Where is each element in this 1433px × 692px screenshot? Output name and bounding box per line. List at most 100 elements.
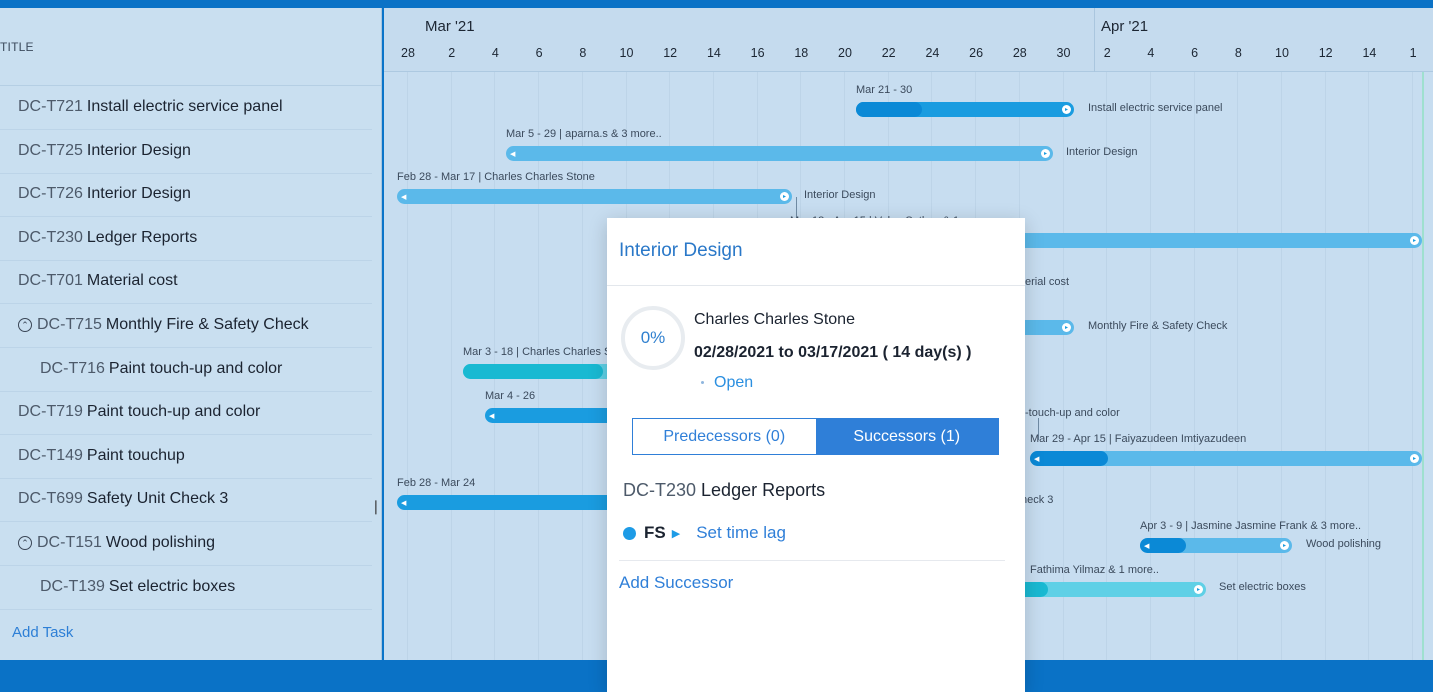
bar-end-handle-icon[interactable]: ▸ <box>1041 149 1050 158</box>
bar-task-label: Interior Design <box>1066 146 1138 158</box>
day-label: 28 <box>401 46 415 60</box>
grid-line <box>1281 72 1282 660</box>
task-row[interactable]: DC-T726 Interior Design <box>0 173 372 217</box>
day-label: 18 <box>794 46 809 60</box>
task-row[interactable]: DC-T230 Ledger Reports <box>0 217 372 261</box>
status-dot-icon <box>701 381 704 385</box>
month-label: Mar '21 <box>425 18 475 35</box>
timeline-header: Mar '21 Apr '21 28 2 4 6 8 10 12 14 16 18 20 22 24 26… <box>384 8 1433 72</box>
popup-title[interactable]: Interior Design <box>619 240 743 262</box>
task-id: DC-T151 <box>37 534 102 552</box>
task-bar[interactable]: ◀ ▸ <box>506 146 1053 161</box>
task-id: DC-T701 <box>18 272 83 290</box>
bar-task-label: erial cost <box>1025 276 1070 288</box>
task-row[interactable]: ⌃ DC-T151 Wood polishing <box>0 522 372 566</box>
bar-start-handle-icon[interactable]: ◀ <box>401 193 406 201</box>
day-label: 8 <box>1234 46 1242 60</box>
task-bar[interactable]: ◀ ▸ <box>397 189 792 204</box>
add-task-link[interactable]: Add Task <box>12 624 73 641</box>
task-bar[interactable]: ◀ ▸ <box>1140 538 1292 553</box>
task-row[interactable]: DC-T139 Set electric boxes <box>0 566 372 610</box>
task-list-panel: TITLE DC-T721 Install electric service p… <box>0 8 393 660</box>
task-id: DC-T149 <box>18 447 83 465</box>
collapse-icon[interactable]: ⌃ <box>18 536 32 551</box>
task-row[interactable]: DC-T149 Paint touchup <box>0 435 372 479</box>
bar-start-handle-icon[interactable]: ◀ <box>1144 542 1149 550</box>
task-name[interactable]: Ledger Reports <box>87 229 197 247</box>
task-row[interactable]: DC-T719 Paint touch-up and color <box>0 391 372 435</box>
task-detail-popup: Interior Design 0% Charles Charles Stone… <box>607 218 1025 692</box>
tab-successors[interactable]: Successors (1) <box>815 419 998 454</box>
day-label: 20 <box>838 46 852 60</box>
task-bar[interactable]: ▸ <box>856 102 1074 117</box>
bar-progress <box>463 364 603 379</box>
bar-start-handle-icon[interactable]: ◀ <box>489 412 494 420</box>
day-label: 10 <box>1275 46 1289 60</box>
task-name[interactable]: Interior Design <box>87 185 191 203</box>
task-id: DC-T715 <box>37 316 102 334</box>
bar-task-label: Install electric service panel <box>1088 102 1223 114</box>
day-label: 12 <box>663 46 678 60</box>
task-date-range[interactable]: 02/28/2021 to 03/17/2021 ( 14 day(s) ) <box>694 344 972 362</box>
task-name[interactable]: Paint touchup <box>87 447 185 465</box>
bar-start-handle-icon[interactable]: ◀ <box>1034 455 1039 463</box>
progress-indicator[interactable]: 0% <box>621 306 685 370</box>
month-label: Apr '21 <box>1101 18 1149 35</box>
task-row[interactable]: DC-T716 Paint touch-up and color <box>0 348 372 392</box>
grid-line <box>1324 72 1326 660</box>
day-label: 2 <box>1103 46 1111 60</box>
bar-start-handle-icon[interactable]: ◀ <box>510 150 515 158</box>
task-bar[interactable]: ◀ <box>397 495 637 510</box>
task-name[interactable]: Install electric service panel <box>87 98 283 116</box>
task-bar[interactable]: ◀ ▸ <box>1030 451 1422 466</box>
bar-end-handle-icon[interactable]: ▸ <box>1062 323 1071 332</box>
bar-end-handle-icon[interactable]: ▸ <box>1410 236 1419 245</box>
bar-date-label: Mar 21 - 30 <box>856 84 913 96</box>
task-name[interactable]: Monthly Fire & Safety Check <box>106 316 309 334</box>
grid-line <box>407 72 408 660</box>
task-row[interactable]: ⌃ DC-T715 Monthly Fire & Safety Check <box>0 304 372 348</box>
day-label: 26 <box>969 46 984 60</box>
title-column-header[interactable]: TITLE <box>0 40 34 54</box>
divider <box>607 285 1025 286</box>
set-time-lag-link[interactable]: Set time lag <box>696 523 786 543</box>
task-name[interactable]: Paint touch-up and color <box>87 403 260 421</box>
today-marker <box>1422 72 1424 660</box>
successor-name: Ledger Reports <box>701 480 826 500</box>
day-label: 12 <box>1318 46 1333 60</box>
task-row[interactable]: DC-T725 Interior Design <box>0 130 372 174</box>
play-arrow-icon[interactable]: ▶ <box>672 527 680 540</box>
add-successor-link[interactable]: Add Successor <box>619 573 733 593</box>
task-row[interactable]: DC-T699 Safety Unit Check 3 <box>0 478 372 522</box>
bar-end-handle-icon[interactable]: ▸ <box>1280 541 1289 550</box>
resize-handle-icon[interactable]: ❘❘ <box>370 498 393 518</box>
tab-predecessors[interactable]: Predecessors (0) <box>633 419 816 454</box>
task-id: DC-T230 <box>18 229 83 247</box>
successor-item[interactable]: DC-T230 Ledger Reports <box>623 480 825 501</box>
task-name[interactable]: Paint touch-up and color <box>109 360 282 378</box>
task-name[interactable]: Safety Unit Check 3 <box>87 490 228 508</box>
bar-task-label: Interior Design <box>804 189 876 201</box>
day-label: 10 <box>619 46 634 60</box>
task-status[interactable]: Open <box>701 374 753 392</box>
task-id: DC-T139 <box>40 578 105 596</box>
task-row[interactable]: DC-T721 Install electric service panel <box>0 86 372 130</box>
bar-end-handle-icon[interactable]: ▸ <box>780 192 789 201</box>
bar-date-label: Fathima Yilmaz & 1 more.. <box>1030 564 1159 576</box>
day-label: 1 <box>1409 46 1417 60</box>
task-name[interactable]: Wood polishing <box>106 534 215 552</box>
task-name[interactable]: Interior Design <box>87 142 191 160</box>
bar-end-handle-icon[interactable]: ▸ <box>1410 454 1419 463</box>
bar-end-handle-icon[interactable]: ▸ <box>1062 105 1071 114</box>
day-label: 4 <box>491 46 499 60</box>
bar-date-label: Mar 29 - Apr 15 | Faiyazudeen Imtiyazude… <box>1030 433 1247 445</box>
bar-start-handle-icon[interactable]: ◀ <box>401 499 406 507</box>
dependency-type[interactable]: FS <box>644 523 666 543</box>
task-row[interactable]: DC-T701 Material cost <box>0 260 372 304</box>
task-name[interactable]: Set electric boxes <box>109 578 235 596</box>
task-owner[interactable]: Charles Charles Stone <box>694 311 855 329</box>
collapse-icon[interactable]: ⌃ <box>18 318 32 333</box>
bar-end-handle-icon[interactable]: ▸ <box>1194 585 1203 594</box>
bar-progress <box>1030 451 1108 466</box>
task-name[interactable]: Material cost <box>87 272 178 290</box>
